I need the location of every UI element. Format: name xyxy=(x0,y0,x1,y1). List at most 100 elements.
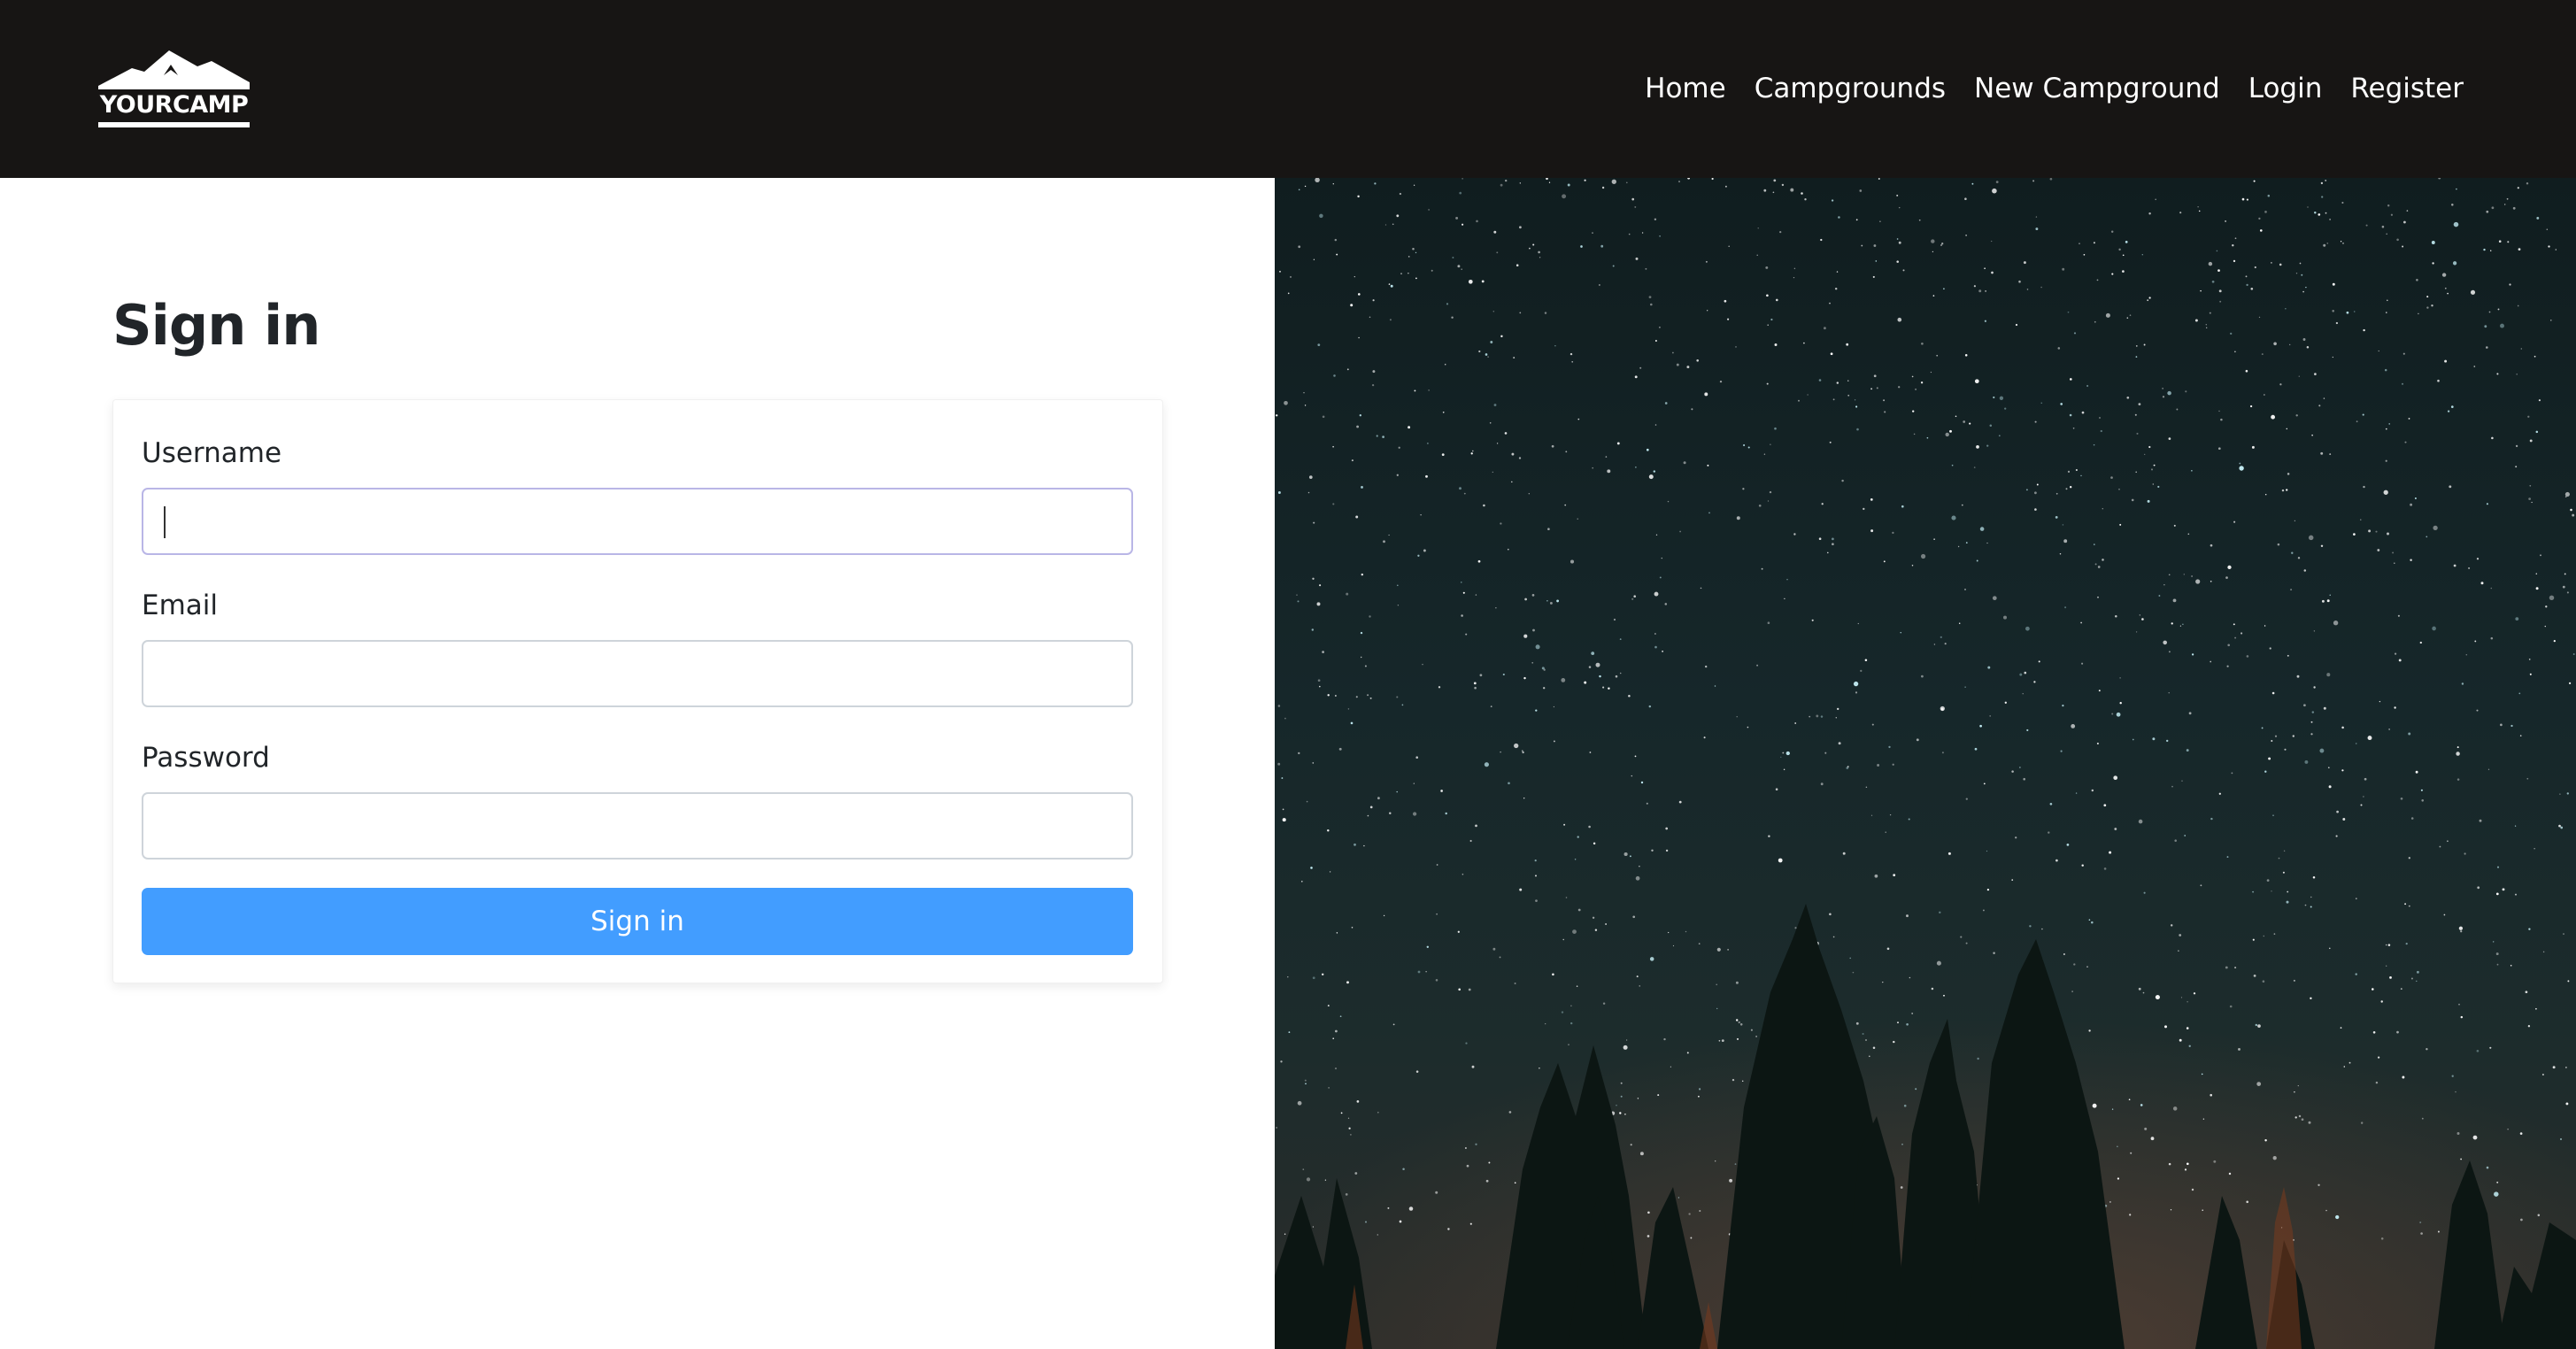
star-dot xyxy=(2572,653,2575,655)
star-dot xyxy=(1469,1222,1472,1225)
star-dot xyxy=(2490,636,2494,640)
star-dot xyxy=(1886,947,1890,951)
star-dot xyxy=(2148,445,2151,449)
email-input[interactable] xyxy=(142,640,1133,707)
star-dot xyxy=(2432,262,2434,265)
star-dot xyxy=(1985,290,1986,292)
star-dot xyxy=(2364,777,2367,781)
nav-link-new-campground[interactable]: New Campground xyxy=(1974,67,2220,110)
star-dot xyxy=(1685,930,1687,933)
star-dot xyxy=(1801,192,1803,195)
star-dot xyxy=(2083,253,2086,256)
password-input[interactable] xyxy=(142,792,1133,860)
star-dot xyxy=(1838,216,1840,219)
star-dot xyxy=(1790,188,1794,192)
star-dot xyxy=(1312,762,1315,764)
star-dot xyxy=(1785,751,1790,756)
star-dot xyxy=(1832,398,1835,401)
star-dot xyxy=(2460,1015,2464,1019)
star-dot xyxy=(2380,1237,2384,1240)
star-dot xyxy=(2080,621,2082,624)
star-dot xyxy=(1775,298,1778,302)
nav-link-campgrounds[interactable]: Campgrounds xyxy=(1755,67,1946,110)
star-dot xyxy=(1705,260,1708,263)
star-dot xyxy=(1301,881,1303,883)
star-dot xyxy=(1588,666,1592,668)
star-dot xyxy=(2227,565,2232,570)
star-dot xyxy=(2293,979,2295,982)
brand-logo[interactable]: YOURCAMP xyxy=(98,49,250,129)
star-dot xyxy=(2081,411,2085,414)
star-dot xyxy=(2129,1214,2132,1216)
star-dot xyxy=(1279,270,1281,273)
star-dot xyxy=(1356,1100,1360,1103)
star-dot xyxy=(1440,790,1443,792)
star-dot xyxy=(1873,374,1877,378)
star-dot xyxy=(1568,1044,1570,1045)
star-dot xyxy=(2102,508,2103,510)
signin-button[interactable]: Sign in xyxy=(142,888,1133,955)
star-dot xyxy=(1317,343,1321,347)
nav-link-register[interactable]: Register xyxy=(2350,67,2464,110)
star-dot xyxy=(1936,354,1939,357)
star-dot xyxy=(2365,224,2368,227)
star-dot xyxy=(2191,470,2193,472)
star-dot xyxy=(2489,1046,2492,1049)
star-dot xyxy=(1931,239,1935,243)
star-dot xyxy=(1986,888,1990,891)
star-dot xyxy=(1743,443,1746,447)
star-dot xyxy=(2328,785,2332,789)
star-dot xyxy=(1865,1039,1867,1041)
star-dot xyxy=(1492,471,1493,473)
star-dot xyxy=(2073,963,2076,966)
star-dot xyxy=(2286,489,2288,491)
star-dot xyxy=(1932,295,1935,297)
star-dot xyxy=(1989,424,1993,428)
nav-link-login[interactable]: Login xyxy=(2248,67,2323,110)
star-dot xyxy=(1277,491,1281,494)
star-dot xyxy=(2342,818,2346,821)
star-dot xyxy=(2326,673,2331,677)
star-dot xyxy=(2168,437,2171,440)
star-dot xyxy=(2245,369,2248,373)
star-dot xyxy=(2375,1081,2379,1084)
star-dot xyxy=(2488,311,2491,313)
star-dot xyxy=(1794,722,1797,724)
star-dot xyxy=(2140,1104,2143,1106)
star-dot xyxy=(1639,366,1642,369)
star-dot xyxy=(2473,366,2476,367)
star-dot xyxy=(1601,186,1605,189)
star-dot xyxy=(2367,736,2372,741)
star-dot xyxy=(1523,676,1526,680)
star-dot xyxy=(1577,908,1581,912)
star-dot xyxy=(1639,1152,1644,1156)
star-dot xyxy=(1529,247,1531,250)
star-dot xyxy=(1364,665,1367,667)
star-dot xyxy=(1628,694,1631,698)
star-dot xyxy=(1591,651,1595,655)
star-dot xyxy=(2529,484,2532,487)
star-dot xyxy=(2402,352,2405,355)
username-input[interactable] xyxy=(142,488,1133,555)
star-dot xyxy=(1992,596,1997,601)
star-dot xyxy=(1698,1095,1700,1098)
star-dot xyxy=(1696,358,1700,362)
star-dot xyxy=(2408,417,2410,420)
star-dot xyxy=(2210,817,2213,821)
star-dot xyxy=(2040,286,2042,289)
star-dot xyxy=(2049,178,2053,181)
star-dot xyxy=(2327,767,2330,769)
star-dot xyxy=(2486,1166,2489,1169)
star-dot xyxy=(2562,585,2565,589)
nav-link-home[interactable]: Home xyxy=(1645,67,1726,110)
star-dot xyxy=(1896,238,1899,240)
star-dot xyxy=(2179,934,2182,937)
star-dot xyxy=(2257,1024,2261,1028)
star-dot xyxy=(1417,970,1421,974)
star-dot xyxy=(2406,210,2409,212)
star-dot xyxy=(1807,394,1809,396)
star-dot xyxy=(2097,596,2099,598)
star-dot xyxy=(1634,755,1637,758)
star-dot xyxy=(1282,818,1286,822)
star-dot xyxy=(2226,856,2229,859)
